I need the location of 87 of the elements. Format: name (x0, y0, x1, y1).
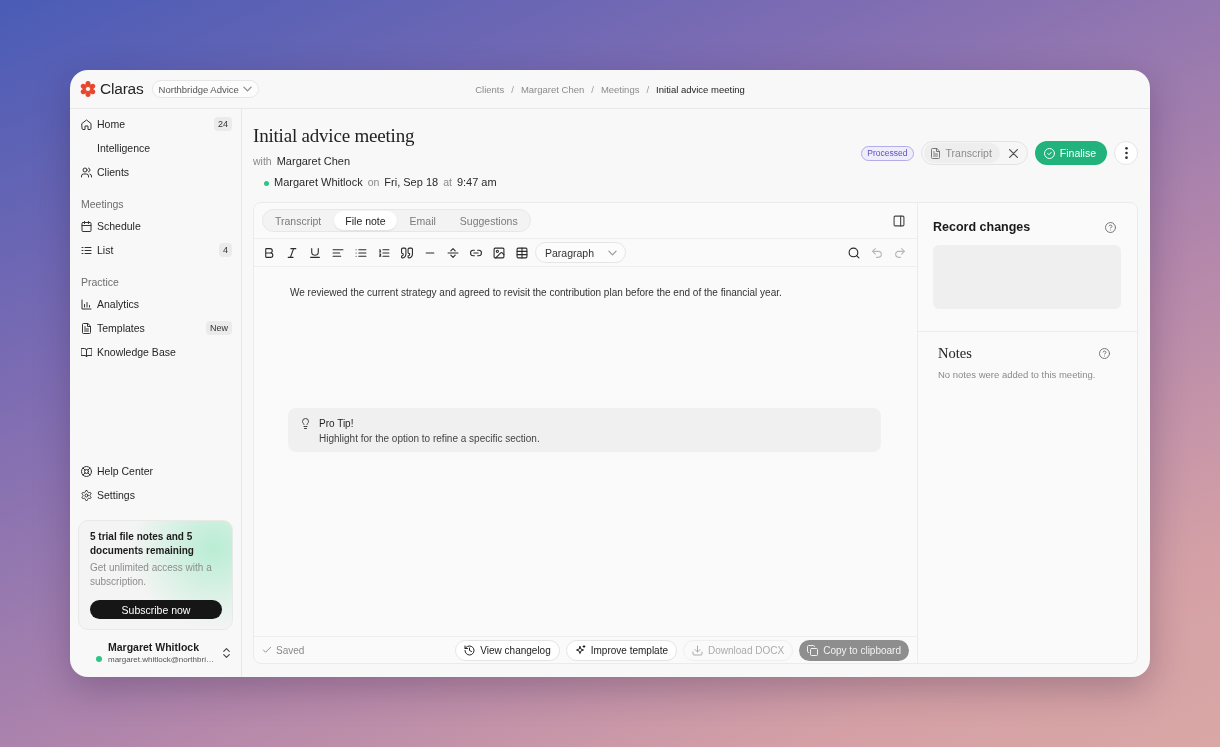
logo-icon (80, 81, 96, 97)
meeting-title: Initial advice meeting (253, 124, 416, 148)
lightbulb-icon (300, 418, 311, 429)
list-icon (81, 244, 92, 256)
history-icon (464, 644, 476, 656)
download-icon (692, 644, 703, 656)
users-icon (81, 166, 92, 178)
panel-heading: Record changes (933, 220, 1031, 234)
user-name: Margaret Whitlock (108, 640, 200, 654)
nav-badge: 4 (219, 243, 232, 257)
split-line-icon[interactable] (447, 246, 459, 259)
tab[interactable]: Email (398, 211, 447, 230)
bar-chart-icon (81, 298, 92, 310)
lifebuoy-icon (81, 465, 92, 477)
action-button[interactable]: Improve template (565, 639, 677, 661)
help-icon[interactable] (1099, 347, 1110, 359)
user-email: margaret.whitlock@northbri… (108, 654, 215, 666)
nav-item[interactable]: Analytics (78, 292, 233, 316)
nav-item[interactable]: Help Center (78, 459, 233, 483)
breadcrumb-separator: / (511, 83, 514, 95)
numbered-list-icon[interactable] (378, 246, 390, 259)
breadcrumb-separator: / (646, 83, 650, 95)
close-icon (1009, 148, 1019, 158)
nav-item[interactable]: List (78, 238, 215, 262)
nav-item[interactable]: Intelligence (78, 136, 233, 160)
quote-icon[interactable] (401, 246, 413, 259)
tab[interactable]: Suggestions (448, 211, 529, 230)
copy-icon (807, 644, 819, 656)
calendar-icon (81, 220, 92, 232)
tip-text: Highlight for the option to refine a specific section. (319, 432, 540, 446)
image-icon[interactable] (493, 246, 505, 259)
bold-icon[interactable] (263, 246, 275, 259)
search-icon[interactable] (848, 246, 860, 259)
document-icon (81, 322, 92, 334)
brand-name: Claras (100, 80, 144, 98)
subscribe-button[interactable]: Subscribe now (90, 600, 222, 619)
tab[interactable]: Transcript (264, 211, 333, 230)
nav-item[interactable]: Home (78, 112, 210, 136)
workspace-switcher[interactable]: Northbridge Advice (151, 80, 259, 98)
meeting-date: Fri, Sep 18 (384, 175, 439, 190)
check-icon (262, 645, 272, 655)
note-paragraph: We reviewed the current strategy and agreed to revisit the contribution plan before the end of the financial year. (290, 286, 783, 300)
breadcrumb-separator: / (591, 83, 594, 95)
more-icon (1124, 147, 1128, 159)
italic-icon[interactable] (286, 246, 298, 259)
panel-toggle-icon[interactable] (893, 214, 905, 227)
breadcrumb-current: Initial advice meeting (656, 83, 745, 95)
trial-title: 5 trial file notes and 5 documents remaining (90, 530, 195, 558)
trial-text: Get unlimited access with a subscription. (90, 561, 213, 589)
more-button[interactable] (1114, 141, 1138, 165)
panel-heading: Notes (938, 344, 972, 362)
settings-icon (81, 489, 92, 501)
tip-title: Pro Tip! (319, 417, 355, 431)
meeting-time: 9:47 am (456, 175, 497, 190)
home-icon (81, 118, 92, 130)
sparkle-icon (574, 644, 586, 656)
section-heading: Meetings (80, 197, 125, 212)
nav-item[interactable]: Schedule (78, 214, 233, 238)
bullet-list-icon[interactable] (355, 246, 367, 259)
chevron-up-down-icon[interactable] (223, 648, 230, 658)
underline-icon[interactable] (309, 246, 321, 259)
check-circle-icon (1043, 147, 1055, 159)
chevron-down-icon (608, 249, 618, 256)
adviser-name: Margaret Whitlock (274, 175, 363, 190)
align-left-icon[interactable] (332, 246, 344, 259)
nav-item[interactable]: Settings (78, 483, 233, 507)
nav-item[interactable]: Templates (78, 316, 202, 340)
nav-badge: New (206, 321, 232, 335)
nav-badge: 24 (214, 117, 232, 131)
client-name[interactable]: Margaret Chen (276, 153, 351, 169)
save-status: Saved (276, 644, 305, 656)
with-label: with (253, 154, 272, 169)
table-icon[interactable] (516, 246, 528, 259)
action-button[interactable]: View changelog (455, 639, 560, 661)
tab[interactable]: File note (334, 211, 397, 230)
book-icon (81, 346, 92, 358)
status-badge: Processed (861, 145, 914, 161)
help-icon[interactable] (1105, 221, 1116, 233)
chevron-down-icon (242, 86, 252, 92)
block-style-dropdown[interactable]: Paragraph (535, 242, 627, 263)
on-label: on (367, 175, 380, 190)
nav-item[interactable]: Knowledge Base (78, 340, 233, 364)
empty-notes-text: No notes were added to this meeting. (938, 368, 1097, 382)
nav-item[interactable]: Clients (78, 160, 233, 184)
section-heading: Practice (80, 275, 120, 290)
document-icon (929, 147, 941, 159)
at-label: at (443, 175, 452, 190)
